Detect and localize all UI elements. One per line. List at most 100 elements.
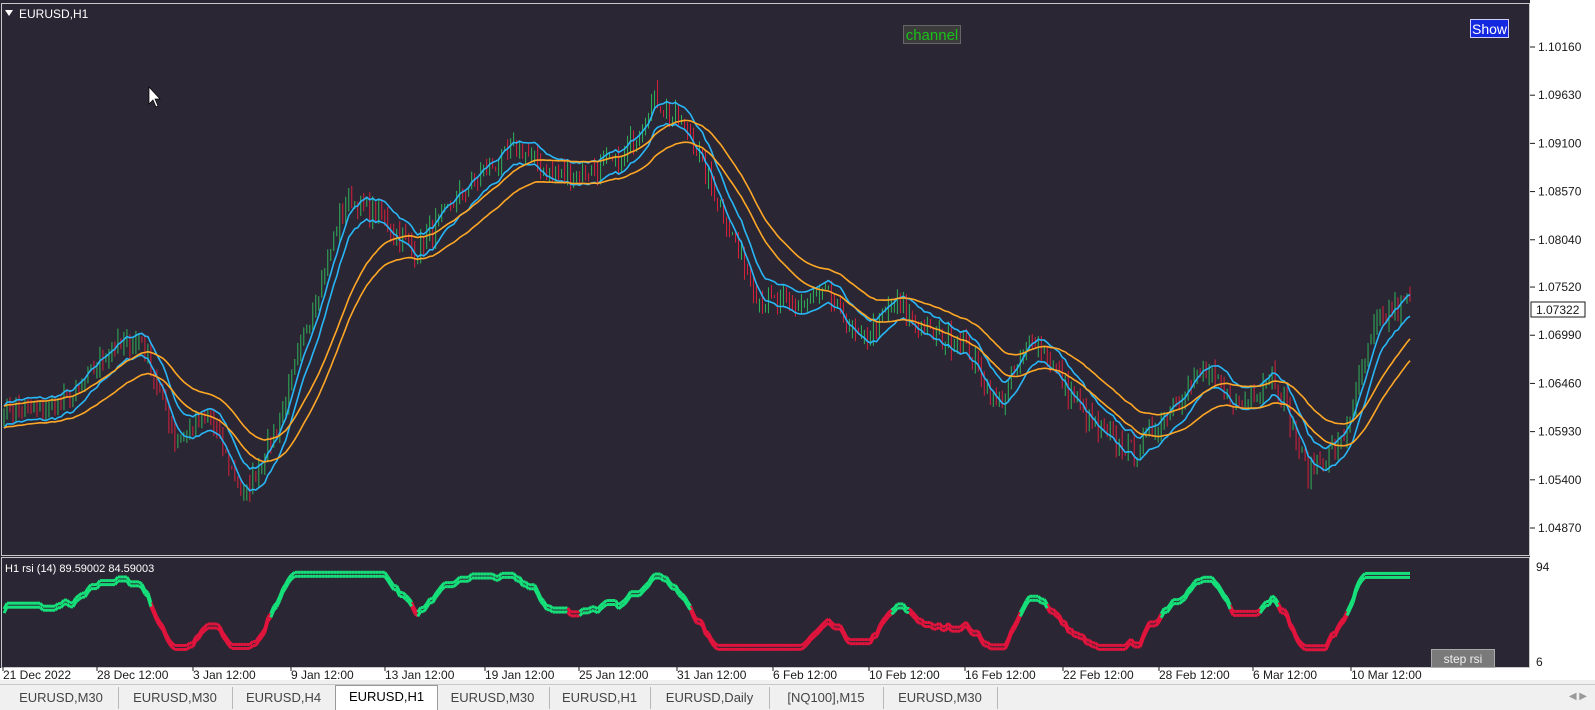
rsi-segment xyxy=(1076,631,1082,637)
price-tick-label: 1.05930 xyxy=(1538,425,1582,439)
rsi-segment xyxy=(512,572,518,579)
rsi-segment xyxy=(920,618,926,624)
rsi-segment xyxy=(74,594,80,600)
rsi-segment xyxy=(578,611,584,617)
chart-window[interactable]: EURUSD,H1 1.10160 1.09630 1.09100 1.08570 1.… xyxy=(0,0,1595,680)
rsi-segment xyxy=(452,582,458,588)
chart-tab[interactable]: EURUSD,M30 xyxy=(436,687,550,709)
rsi-segment xyxy=(1256,607,1262,613)
rsi-segment xyxy=(893,603,899,609)
rsi-segment xyxy=(845,639,851,645)
rsi-segment xyxy=(215,626,221,632)
rsi-segment xyxy=(1055,615,1061,620)
rsi-segment xyxy=(53,606,59,612)
rsi-segment xyxy=(1154,622,1160,628)
price-tick-label: 1.06990 xyxy=(1538,328,1582,342)
rsi-segment xyxy=(659,572,665,579)
rsi-segment xyxy=(914,618,920,624)
rsi-segment xyxy=(170,645,176,651)
collapse-triangle-icon[interactable] xyxy=(5,10,13,16)
time-tick-label: 28 Feb 12:00 xyxy=(1159,668,1230,680)
time-tick-label: 3 Jan 12:00 xyxy=(193,668,256,680)
rsi-indicator-label: H1 rsi (14) 89.59002 84.59003 xyxy=(5,563,154,575)
rsi-segment xyxy=(1070,631,1076,638)
rsi-segment xyxy=(680,592,686,598)
rsi-segment xyxy=(1301,642,1306,647)
rsi-segment xyxy=(524,584,530,590)
rsi-segment xyxy=(1070,627,1076,634)
chart-tab[interactable]: [NQ100],M15 xyxy=(769,687,884,709)
rsi-segment xyxy=(491,572,497,578)
rsi-segment xyxy=(620,599,626,604)
rsi-segment xyxy=(821,620,827,626)
rsi-segment xyxy=(1076,635,1082,641)
rsi-segment xyxy=(680,596,686,602)
rsi-segment xyxy=(890,606,896,612)
rsi-segment xyxy=(170,641,176,647)
rsi-segment xyxy=(890,610,896,616)
chart-tab[interactable]: EURUSD,M30 xyxy=(118,687,233,709)
rsi-segment xyxy=(113,580,120,586)
rsi-segment xyxy=(65,602,71,608)
step-rsi-button[interactable]: step rsi xyxy=(1431,649,1495,668)
rsi-segment xyxy=(938,622,944,628)
chart-tab-bar: EURUSD,M30 EURUSD,M30 EURUSD,H4 EURUSD,H1 EU… xyxy=(0,684,1595,710)
rsi-segment xyxy=(578,607,584,613)
tab-scroll-arrows-icon[interactable]: ◀ ▶ xyxy=(1569,691,1587,702)
chart-tab[interactable]: EURUSD,M30 xyxy=(883,687,998,709)
price-tick-label: 1.08570 xyxy=(1538,185,1582,199)
rsi-segment xyxy=(203,622,209,628)
rsi-segment xyxy=(959,623,965,629)
rsi-segment xyxy=(200,629,206,635)
rsi-segment xyxy=(401,591,407,597)
rsi-segment xyxy=(1178,596,1184,601)
rsi-segment xyxy=(1261,600,1268,606)
rsi-segment xyxy=(86,583,93,590)
rsi-segment xyxy=(1094,645,1100,651)
chart-tab[interactable]: EURUSD,H1 xyxy=(335,685,438,710)
time-tick-label: 6 Mar 12:00 xyxy=(1253,668,1317,680)
rsi-segment xyxy=(59,599,66,605)
channel-button[interactable]: channel xyxy=(903,25,961,44)
chart-tab[interactable]: EURUSD,M30 xyxy=(4,687,119,709)
chart-tab[interactable]: EURUSD,Daily xyxy=(650,687,770,709)
time-tick-label: 9 Jan 12:00 xyxy=(291,668,354,680)
rsi-segment xyxy=(599,601,605,607)
time-axis: 21 Dec 2022 28 Dec 12:00 3 Jan 12:00 9 Jan … xyxy=(2,667,1422,680)
rsi-step-lines xyxy=(2,570,1410,652)
rsi-segment xyxy=(602,603,608,609)
rsi-segment xyxy=(1360,576,1367,582)
rsi-segment xyxy=(908,607,914,613)
rsi-segment xyxy=(1210,580,1217,587)
rsi-segment xyxy=(1037,595,1043,601)
rsi-segment xyxy=(959,627,965,633)
chart-canvas[interactable]: EURUSD,H1 1.10160 1.09630 1.09100 1.08570 1.… xyxy=(0,0,1595,680)
rsi-segment xyxy=(215,622,221,628)
time-tick-label: 21 Dec 2022 xyxy=(3,668,71,680)
rsi-segment xyxy=(290,575,296,580)
rsi-segment xyxy=(713,645,719,651)
chart-tab[interactable]: EURUSD,H1 xyxy=(549,687,651,709)
show-button[interactable]: Show xyxy=(1470,19,1509,38)
time-tick-label: 31 Jan 12:00 xyxy=(677,668,747,680)
price-tick-label: 1.07520 xyxy=(1538,280,1582,294)
rsi-segment xyxy=(497,576,503,582)
rsi-segment xyxy=(138,584,143,590)
chart-tab[interactable]: EURUSD,H4 xyxy=(232,687,336,709)
rsi-segment xyxy=(113,576,120,582)
slow-band-lower xyxy=(3,141,1411,463)
rsi-segment xyxy=(512,576,518,583)
rsi-segment xyxy=(248,644,254,650)
slow-band-upper xyxy=(3,119,1411,441)
rsi-segment xyxy=(1193,582,1199,588)
rsi-segment xyxy=(143,592,149,598)
rsi-segment xyxy=(1181,597,1187,603)
rsi-segment xyxy=(467,576,473,583)
rsi-segment xyxy=(566,607,572,613)
rsi-segment xyxy=(1193,578,1199,584)
rsi-segment xyxy=(1271,598,1276,604)
rsi-segment xyxy=(1088,639,1094,644)
price-tick-label: 1.08040 xyxy=(1538,233,1582,247)
price-tick-label: 1.09100 xyxy=(1538,136,1582,150)
rsi-segment xyxy=(887,612,893,618)
